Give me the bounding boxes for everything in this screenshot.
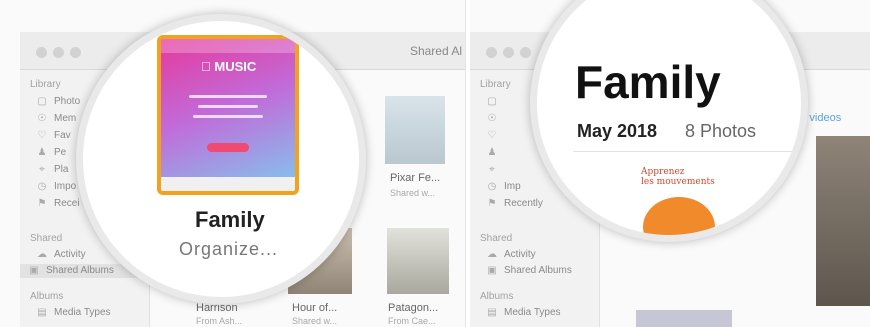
sidebar-item[interactable]: ⌖ Pla [36, 163, 68, 177]
divider [573, 151, 801, 152]
traffic-lights[interactable] [36, 45, 87, 63]
sidebar-item-label: Shared Albums [504, 265, 572, 276]
folder-icon: ▤ [487, 307, 497, 318]
sidebar-item-label: Pla [54, 164, 69, 175]
memories-icon: ☉ [487, 113, 497, 124]
sidebar-item-label: Fav [54, 130, 71, 141]
sidebar-item-label: Shared [480, 233, 513, 244]
memories-icon: ☉ [37, 113, 47, 124]
sidebar-item[interactable]: ◷ Impo [36, 180, 77, 194]
sidebar-item[interactable]: ⚑ Recei [36, 197, 80, 211]
family-album-cover[interactable]:  MUSIC [157, 35, 299, 195]
sidebar-item[interactable]: ▤ Media Types [486, 306, 561, 320]
sidebar-item-label: Shared [30, 233, 63, 244]
sidebar-item-label: Impo [54, 181, 77, 192]
sidebar-item-label: Imp [504, 181, 521, 192]
cover-header [161, 39, 295, 53]
album-date: May 2018 [577, 121, 658, 141]
sidebar-item-label: Mem [54, 113, 77, 124]
sidebar-item[interactable]: ⌖ [486, 163, 504, 177]
sidebar-item[interactable]: ◷ Imp [486, 180, 521, 194]
album-icon: ▣ [487, 265, 497, 276]
photo-thumbnail[interactable] [816, 136, 870, 306]
poster-text: Apprenez les mouvements [641, 167, 715, 187]
album-subtitle: From Cae... [388, 316, 436, 326]
sidebar-item-label: Shared Albums [46, 265, 114, 276]
sidebar-item-label: Albums [480, 291, 514, 302]
album-thumbnail[interactable] [385, 96, 445, 164]
album-title-heading: Family [575, 56, 721, 108]
sidebar-item[interactable]: ⚑ Recently [486, 197, 543, 211]
photos-icon: ▢ [487, 96, 497, 107]
sidebar-item[interactable]: ♡ Fav [36, 129, 71, 143]
sidebar-item[interactable]: ▤ Media Types [36, 306, 111, 320]
favorites-icon: ♡ [487, 130, 497, 141]
sidebar-item[interactable]: ♡ [486, 129, 504, 143]
sidebar-item[interactable]: ▢ [486, 95, 504, 109]
album-subtitle: Shared w... [390, 188, 436, 198]
places-icon: ⌖ [489, 164, 495, 175]
sidebar-item[interactable]: ☁ Activity [486, 248, 536, 262]
poster-graphic [643, 197, 715, 235]
trash-icon: ⚑ [37, 198, 47, 209]
folder-icon: ▤ [37, 307, 47, 318]
photo-count: 8 Photos [685, 121, 757, 141]
sidebar-section-header: Albums [480, 290, 513, 304]
album-icon: ▣ [29, 265, 39, 276]
zoom-magnifier:  MUSIC Family Organize... [76, 14, 366, 304]
photo-thumbnail[interactable]: Apprenez les mouvements [637, 167, 767, 235]
traffic-lights[interactable] [486, 45, 537, 63]
sidebar-section-header: Library [30, 78, 61, 92]
sidebar-item[interactable]: ☉ [486, 112, 504, 126]
cover-text-line [189, 95, 267, 98]
favorites-icon: ♡ [37, 130, 47, 141]
sidebar-item[interactable]: ♟ Pe [36, 146, 67, 160]
cloud-icon: ☁ [487, 249, 497, 260]
album-subtitle: From Ash... [196, 316, 243, 326]
trash-icon: ⚑ [487, 198, 497, 209]
cover-text-line [198, 105, 258, 108]
album-title[interactable]: Pixar Fe... [390, 172, 440, 184]
album-organizer: Organize... [179, 239, 279, 259]
sidebar-item-label: Pe [54, 147, 67, 158]
people-icon: ♟ [487, 147, 497, 158]
sidebar-item-label: Albums [30, 291, 64, 302]
sidebar-item-label: Library [30, 79, 61, 90]
photos-icon: ▢ [37, 96, 47, 107]
sidebar-item-label: Library [480, 79, 511, 90]
sidebar-item[interactable]: ☉ Mem [36, 112, 77, 126]
imports-icon: ◷ [37, 181, 47, 192]
album-title[interactable]: Hour of... [292, 302, 337, 314]
sidebar-item-label: Media Types [504, 307, 561, 318]
sidebar-item-label: Media Types [54, 307, 111, 318]
sidebar-section-header: Library [480, 78, 511, 92]
sidebar-item-label: Recei [54, 198, 80, 209]
cover-footer [161, 177, 295, 191]
window-title: Shared Al [409, 44, 462, 58]
sidebar-item[interactable]: ▣ Shared Albums [486, 264, 572, 278]
sidebar-item[interactable]: ▢ Photo [36, 95, 80, 109]
imports-icon: ◷ [487, 181, 497, 192]
places-icon: ⌖ [39, 164, 45, 175]
cover-text-line [193, 115, 263, 118]
album-thumbnail[interactable] [387, 228, 449, 294]
sidebar-section-header: Shared [30, 232, 62, 246]
sidebar-item-label: Activity [54, 249, 86, 260]
album-title[interactable]: Patagon... [388, 302, 438, 314]
sidebar-section-header: Albums [30, 290, 63, 304]
apple-music-logo:  MUSIC [201, 59, 256, 74]
sidebar-item[interactable]: ♟ [486, 146, 504, 160]
people-icon: ♟ [37, 147, 47, 158]
sidebar-item[interactable]: ☁ Activity [36, 248, 86, 262]
cloud-icon: ☁ [37, 249, 47, 260]
sidebar-section-header: Shared [480, 232, 512, 246]
sidebar-item-label: Photo [54, 96, 81, 107]
album-name[interactable]: Family [195, 207, 265, 233]
cover-button [207, 143, 249, 152]
album-subtitle: Shared w... [292, 316, 338, 326]
sidebar-item-label: Activity [504, 249, 536, 260]
sidebar-item-label: Recently [504, 198, 543, 209]
photo-thumbnail[interactable] [636, 310, 732, 327]
